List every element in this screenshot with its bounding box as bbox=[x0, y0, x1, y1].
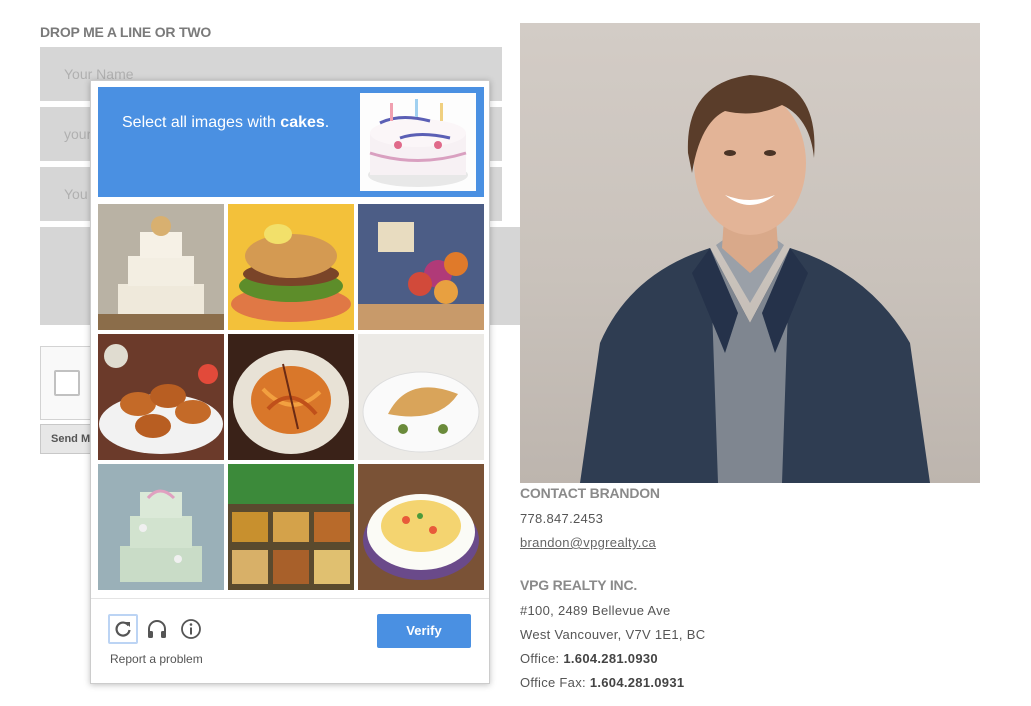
captcha-tile-9[interactable] bbox=[358, 464, 484, 590]
contact-heading: CONTACT BRANDON bbox=[520, 485, 660, 501]
prompt-target: cakes bbox=[280, 114, 325, 131]
captcha-challenge-dialog: Select all images with cakes. Report a p… bbox=[90, 80, 490, 684]
captcha-tile-5[interactable] bbox=[228, 334, 354, 460]
captcha-tile-4[interactable] bbox=[98, 334, 224, 460]
captcha-header: Select all images with cakes. bbox=[98, 87, 484, 197]
captcha-tile-7[interactable] bbox=[98, 464, 224, 590]
help-info-button[interactable] bbox=[176, 614, 206, 644]
company-address-line1: #100, 2489 Bellevue Ave bbox=[520, 603, 671, 618]
captcha-image-grid bbox=[98, 204, 484, 590]
prompt-prefix: Select all images with bbox=[122, 114, 281, 131]
captcha-tile-3[interactable] bbox=[358, 204, 484, 330]
captcha-tile-6[interactable] bbox=[358, 334, 484, 460]
reload-button[interactable] bbox=[108, 614, 138, 644]
fax-phone: 1.604.281.0931 bbox=[589, 675, 685, 690]
captcha-tile-2[interactable] bbox=[228, 204, 354, 330]
sample-cake-image bbox=[360, 93, 476, 191]
office-phone-line: Office: 1.604.281.0930 bbox=[520, 651, 658, 666]
agent-photo bbox=[520, 23, 980, 483]
prompt-suffix: . bbox=[324, 114, 330, 131]
form-title: DROP ME A LINE OR TWO bbox=[40, 24, 212, 40]
company-address-line2: West Vancouver, V7V 1E1, BC bbox=[520, 627, 706, 642]
captcha-prompt: Select all images with cakes. bbox=[122, 114, 329, 132]
info-icon bbox=[181, 619, 201, 639]
captcha-tile-1[interactable] bbox=[98, 204, 224, 330]
office-phone: 1.604.281.0930 bbox=[563, 651, 658, 666]
office-label: Office: bbox=[520, 651, 564, 666]
captcha-tile-8[interactable] bbox=[228, 464, 354, 590]
office-fax-line: Office Fax: 1.604.281.0931 bbox=[520, 675, 684, 690]
verify-button[interactable]: Verify bbox=[377, 614, 471, 648]
contact-email-link[interactable]: brandon@vpgrealty.ca bbox=[520, 535, 656, 550]
reload-icon bbox=[115, 621, 131, 637]
headphones-icon bbox=[148, 620, 166, 638]
recaptcha-checkbox[interactable] bbox=[54, 370, 80, 396]
company-heading: VPG REALTY INC. bbox=[520, 577, 638, 593]
audio-challenge-button[interactable] bbox=[142, 614, 172, 644]
fax-label: Office Fax: bbox=[520, 675, 590, 690]
contact-phone: 778.847.2453 bbox=[520, 511, 604, 526]
report-problem-link[interactable]: Report a problem bbox=[110, 652, 203, 666]
captcha-footer-divider bbox=[91, 598, 489, 599]
